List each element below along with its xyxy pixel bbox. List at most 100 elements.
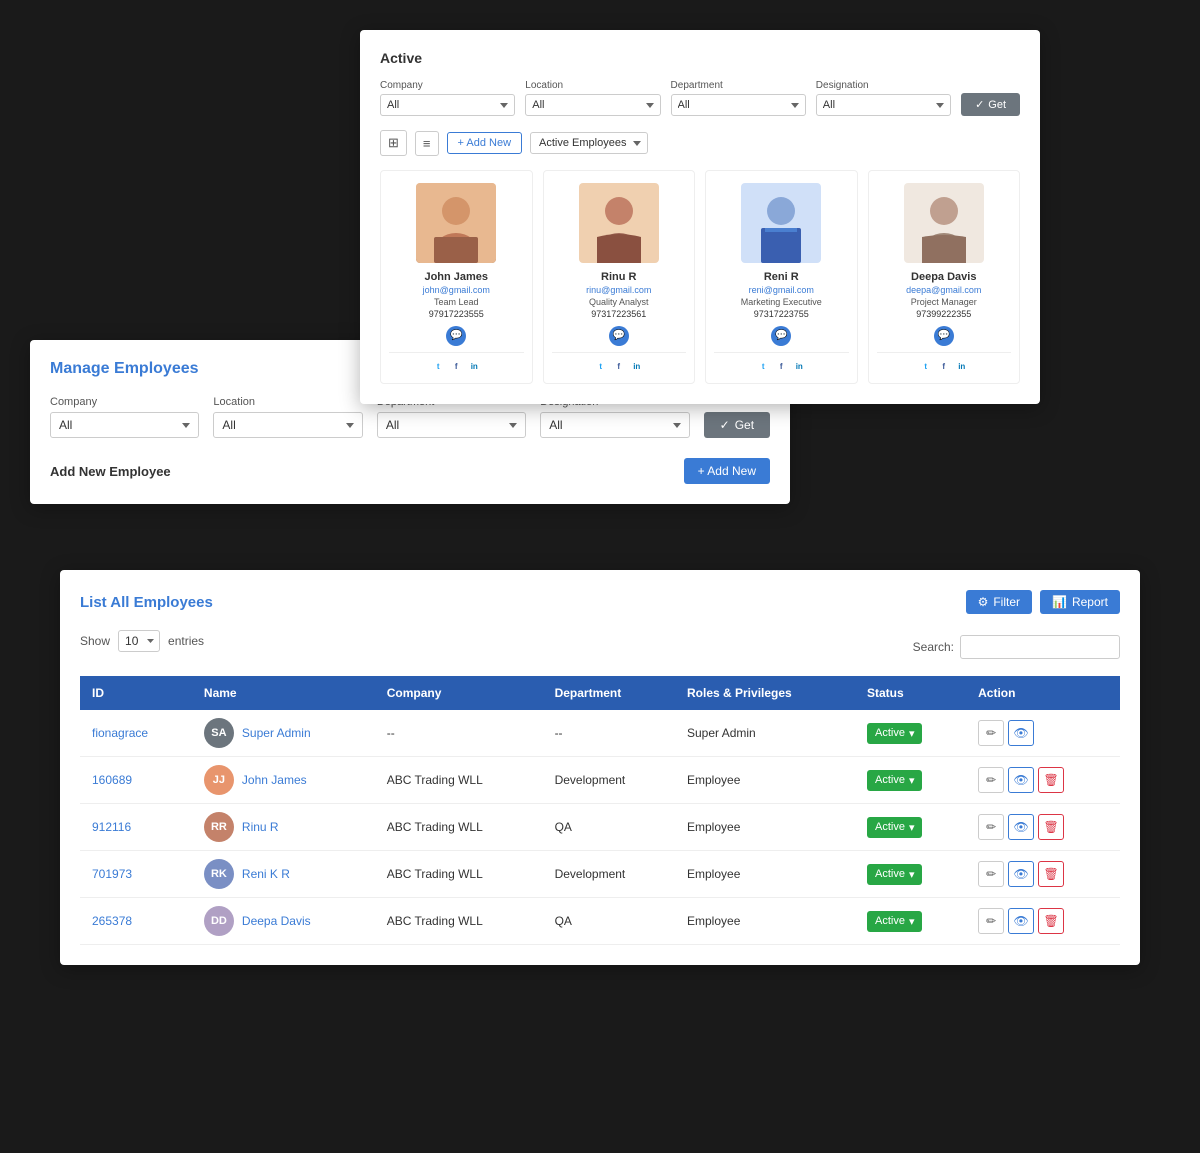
cell-status: Active ▾ bbox=[855, 851, 966, 898]
card-get-button[interactable]: ✓ Get bbox=[961, 93, 1020, 116]
chat-icon-john[interactable]: 💬 bbox=[446, 326, 466, 346]
edit-button[interactable]: ✏ bbox=[978, 767, 1004, 793]
manage-get-button[interactable]: ✓ Get bbox=[704, 412, 770, 438]
table-row: 701973 RK Reni K R ABC Trading WLL Devel… bbox=[80, 851, 1120, 898]
chat-icon-deepa[interactable]: 💬 bbox=[934, 326, 954, 346]
card-location-filter: Location All bbox=[525, 80, 660, 116]
emp-avatar: DD bbox=[204, 906, 234, 936]
emp-name-link[interactable]: Rinu R bbox=[242, 820, 279, 834]
cell-department: QA bbox=[543, 898, 675, 945]
cell-department: -- bbox=[543, 710, 675, 757]
manage-designation-select[interactable]: All bbox=[540, 412, 689, 438]
card-chat-rinu: 💬 bbox=[552, 325, 687, 346]
card-company-select[interactable]: All bbox=[380, 94, 515, 116]
chevron-down-icon: ▾ bbox=[909, 821, 915, 834]
edit-button[interactable]: ✏ bbox=[978, 720, 1004, 746]
status-badge[interactable]: Active ▾ bbox=[867, 817, 923, 838]
emp-name-link[interactable]: Deepa Davis bbox=[242, 914, 311, 928]
view-button[interactable]: 👁 bbox=[1008, 861, 1034, 887]
linkedin-icon-john[interactable]: in bbox=[467, 359, 481, 373]
view-button[interactable]: 👁 bbox=[1008, 814, 1034, 840]
cell-action: ✏ 👁 🗑 bbox=[966, 898, 1120, 945]
card-department-label: Department bbox=[671, 80, 806, 91]
twitter-icon-deepa[interactable]: t bbox=[919, 359, 933, 373]
twitter-icon-reni[interactable]: t bbox=[756, 359, 770, 373]
manage-department-select[interactable]: All bbox=[377, 412, 526, 438]
show-label: Show bbox=[80, 634, 110, 648]
view-button[interactable]: 👁 bbox=[1008, 767, 1034, 793]
emp-avatar: RR bbox=[204, 812, 234, 842]
cell-roles: Employee bbox=[675, 804, 855, 851]
card-designation-select[interactable]: All bbox=[816, 94, 951, 116]
facebook-icon-john[interactable]: f bbox=[449, 359, 463, 373]
card-phone-deepa: 97399222355 bbox=[877, 309, 1012, 319]
entries-label: entries bbox=[168, 634, 204, 648]
twitter-icon-rinu[interactable]: t bbox=[594, 359, 608, 373]
avatar-rinu bbox=[579, 183, 659, 263]
cell-action: ✏ 👁 🗑 bbox=[966, 851, 1120, 898]
card-filter-row: Company All Location All Department All … bbox=[380, 80, 1020, 116]
cell-name: JJ John James bbox=[192, 757, 375, 804]
card-role-reni: Marketing Executive bbox=[714, 297, 849, 307]
show-count-select[interactable]: 10 25 50 bbox=[118, 630, 160, 652]
col-department: Department bbox=[543, 676, 675, 710]
manage-company-select[interactable]: All bbox=[50, 412, 199, 438]
card-add-new-button[interactable]: + Add New bbox=[447, 132, 523, 154]
manage-location-select[interactable]: All bbox=[213, 412, 362, 438]
facebook-icon-reni[interactable]: f bbox=[774, 359, 788, 373]
facebook-icon-rinu[interactable]: f bbox=[612, 359, 626, 373]
list-header: List All Employees ⚙ Filter 📊 Report bbox=[80, 590, 1120, 614]
table-row: 160689 JJ John James ABC Trading WLL Dev… bbox=[80, 757, 1120, 804]
card-chat-reni: 💬 bbox=[714, 325, 849, 346]
status-badge[interactable]: Active ▾ bbox=[867, 770, 923, 791]
status-badge[interactable]: Active ▾ bbox=[867, 864, 923, 885]
card-toolbar: ⊞ ≡ + Add New Active Employees bbox=[380, 130, 1020, 156]
chat-icon-rinu[interactable]: 💬 bbox=[609, 326, 629, 346]
card-location-select[interactable]: All bbox=[525, 94, 660, 116]
emp-name-link[interactable]: John James bbox=[242, 773, 307, 787]
emp-id-value: 912116 bbox=[92, 820, 131, 834]
linkedin-icon-rinu[interactable]: in bbox=[630, 359, 644, 373]
facebook-icon-deepa[interactable]: f bbox=[937, 359, 951, 373]
card-phone-rinu: 97317223561 bbox=[552, 309, 687, 319]
edit-button[interactable]: ✏ bbox=[978, 814, 1004, 840]
card-department-select[interactable]: All bbox=[671, 94, 806, 116]
cell-department: Development bbox=[543, 851, 675, 898]
status-badge[interactable]: Active ▾ bbox=[867, 723, 923, 744]
cell-action: ✏ 👁 🗑 bbox=[966, 757, 1120, 804]
emp-name-link[interactable]: Super Admin bbox=[242, 726, 311, 740]
manage-add-new-button[interactable]: + Add New bbox=[684, 458, 770, 484]
delete-button[interactable]: 🗑 bbox=[1038, 908, 1064, 934]
cell-action: ✏ 👁 bbox=[966, 710, 1120, 757]
action-icons: ✏ 👁 🗑 bbox=[978, 814, 1108, 840]
cell-name: SA Super Admin bbox=[192, 710, 375, 757]
active-employees-dropdown[interactable]: Active Employees bbox=[530, 132, 648, 154]
cell-department: Development bbox=[543, 757, 675, 804]
delete-button[interactable]: 🗑 bbox=[1038, 767, 1064, 793]
list-filter-button[interactable]: ⚙ Filter bbox=[966, 590, 1032, 614]
delete-button[interactable]: 🗑 bbox=[1038, 861, 1064, 887]
show-entries-row: Show 10 25 50 entries bbox=[80, 630, 204, 652]
linkedin-icon-deepa[interactable]: in bbox=[955, 359, 969, 373]
edit-button[interactable]: ✏ bbox=[978, 908, 1004, 934]
view-button[interactable]: 👁 bbox=[1008, 908, 1034, 934]
list-report-button[interactable]: 📊 Report bbox=[1040, 590, 1120, 614]
avatar-reni bbox=[741, 183, 821, 263]
status-badge[interactable]: Active ▾ bbox=[867, 911, 923, 932]
manage-location-filter: Location All bbox=[213, 396, 362, 438]
col-company: Company bbox=[375, 676, 543, 710]
emp-id-value: 265378 bbox=[92, 914, 132, 928]
linkedin-icon-reni[interactable]: in bbox=[792, 359, 806, 373]
edit-button[interactable]: ✏ bbox=[978, 861, 1004, 887]
cell-company: ABC Trading WLL bbox=[375, 898, 543, 945]
chevron-down-icon: ▾ bbox=[909, 868, 915, 881]
twitter-icon-john[interactable]: t bbox=[431, 359, 445, 373]
delete-button[interactable]: 🗑 bbox=[1038, 814, 1064, 840]
search-input[interactable] bbox=[960, 635, 1120, 659]
card-chat-deepa: 💬 bbox=[877, 325, 1012, 346]
view-button[interactable]: 👁 bbox=[1008, 720, 1034, 746]
emp-name-link[interactable]: Reni K R bbox=[242, 867, 290, 881]
grid-view-button[interactable]: ⊞ bbox=[380, 130, 407, 156]
list-view-button[interactable]: ≡ bbox=[415, 131, 439, 156]
chat-icon-reni[interactable]: 💬 bbox=[771, 326, 791, 346]
